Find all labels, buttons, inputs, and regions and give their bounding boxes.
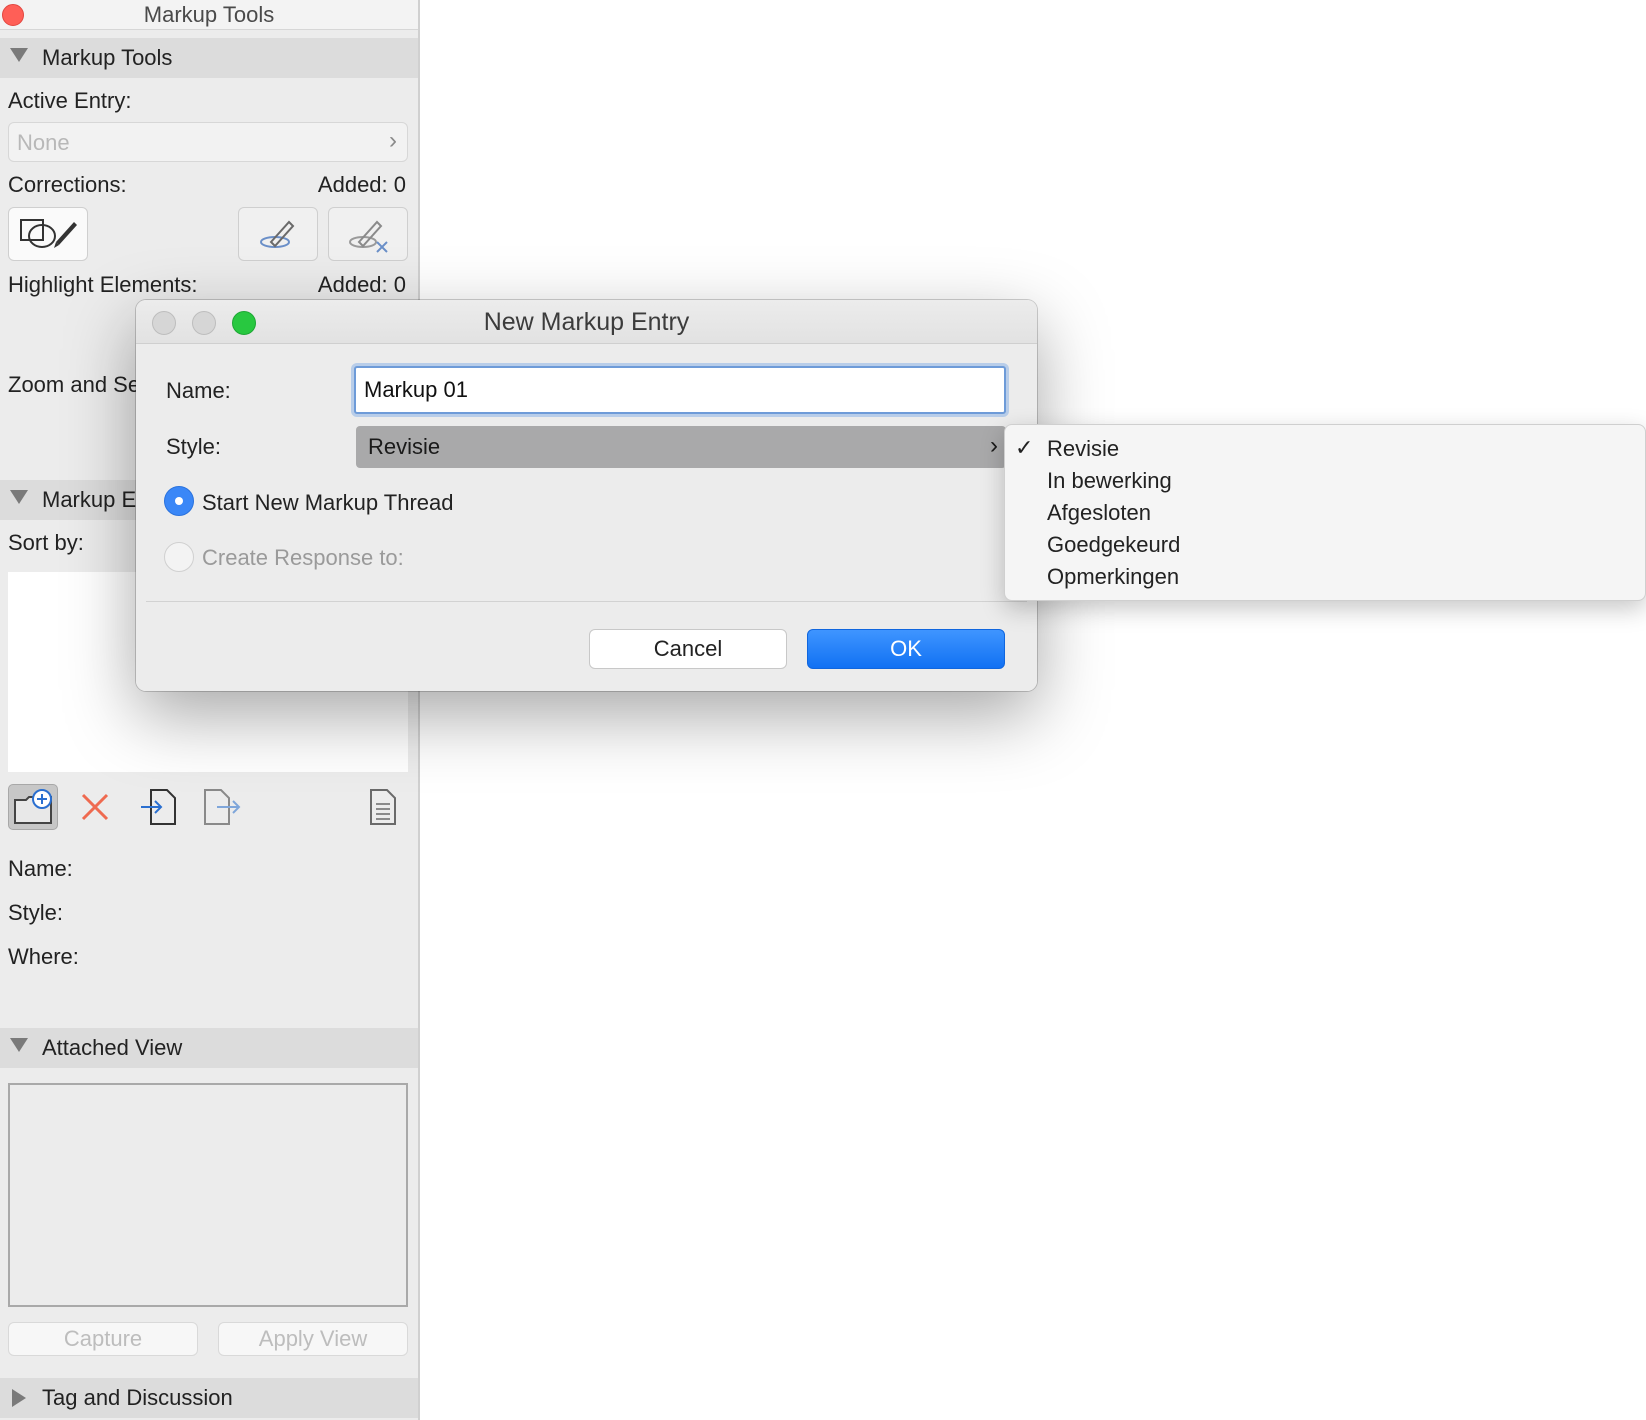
sort-by-label: Sort by: [8,530,84,555]
corrections-label: Corrections: [8,172,127,197]
new-markup-entry-dialog: New Markup Entry Name: Style: Revisie › … [136,300,1037,691]
checkmark-icon: ✓ [1015,435,1034,460]
active-entry-selector[interactable]: None › [8,122,408,162]
style-label: Style: [166,434,222,459]
correction-markup-button[interactable] [8,207,88,261]
start-new-thread-label[interactable]: Start New Markup Thread [202,490,453,516]
import-button[interactable] [134,784,184,830]
menu-item-goedgekeurd[interactable]: Goedgekeurd [1005,529,1645,561]
highlight-added-count: Added: 0 [317,272,406,297]
menu-item-opmerkingen[interactable]: Opmerkingen [1005,561,1645,593]
delete-entry-button[interactable] [70,784,120,830]
dialog-titlebar: New Markup Entry [136,300,1037,344]
delete-icon [81,793,109,821]
create-response-label[interactable]: Create Response to: [202,545,404,571]
disclosure-triangle-icon[interactable] [12,1389,26,1407]
menu-item-label: Afgesloten [1047,500,1151,525]
add-correction-icon [260,220,295,248]
menu-item-in-bewerking[interactable]: In bewerking [1005,465,1645,497]
section-title: Tag and Discussion [42,1385,233,1410]
ok-button[interactable]: OK [807,629,1005,669]
entry-style-label: Style: [8,900,64,925]
highlight-elements-label: Highlight Elements: [8,272,198,297]
disclosure-triangle-icon[interactable] [10,490,28,504]
name-label: Name: [166,378,231,403]
remove-correction-button[interactable] [328,207,408,261]
report-button[interactable] [358,784,408,830]
menu-item-label: In bewerking [1047,468,1172,493]
section-header-tag-discussion[interactable]: Tag and Discussion [0,1378,418,1418]
chevron-right-icon: › [389,127,397,154]
palette-title: Markup Tools [143,2,275,27]
corrections-added-count: Added: 0 [317,172,406,197]
dialog-title: New Markup Entry [483,308,690,336]
remove-correction-icon [349,220,388,253]
palette-titlebar: Markup Tools [0,0,418,30]
section-title: Attached View [42,1035,183,1060]
import-icon [141,789,176,825]
apply-view-button[interactable]: Apply View [218,1322,408,1356]
markup-tools-palette: Markup Tools Markup Tools Active Entry: … [0,0,420,1420]
disclosure-triangle-icon[interactable] [10,48,28,62]
entry-name-label: Name: [8,856,73,881]
style-popup-value: Revisie [368,434,441,459]
add-correction-button[interactable] [238,207,318,261]
attached-view-preview [8,1083,408,1307]
entry-where-label: Where: [8,944,79,969]
section-title: Markup E [42,487,137,512]
radio-start-new-thread[interactable] [164,486,194,516]
zoom-label: Zoom and Se [8,372,141,397]
cancel-button[interactable]: Cancel [589,629,787,669]
report-icon [370,789,396,825]
disclosure-triangle-icon[interactable] [10,1038,28,1052]
style-popup-button[interactable]: Revisie › [356,426,1006,468]
menu-item-label: Opmerkingen [1047,564,1180,589]
section-title: Markup Tools [42,45,173,70]
export-button[interactable] [196,784,246,830]
new-entry-button[interactable] [8,784,58,830]
menu-item-afgesloten[interactable]: Afgesloten [1005,497,1645,529]
chevron-right-icon: › [990,432,998,459]
name-input[interactable] [354,366,1006,414]
style-dropdown-menu: ✓ Revisie In bewerking Afgesloten Goedge… [1004,424,1646,601]
active-entry-value: None [17,130,70,155]
section-header-attached-view[interactable]: Attached View [0,1028,418,1068]
dialog-divider [146,601,1027,602]
export-icon [204,789,241,825]
correction-markup-icon [20,219,77,248]
menu-item-label: Revisie [1047,436,1120,461]
section-header-markup-tools[interactable]: Markup Tools [0,38,418,78]
menu-item-label: Goedgekeurd [1047,532,1181,557]
radio-create-response[interactable] [164,542,194,572]
menu-item-revisie[interactable]: ✓ Revisie [1005,433,1645,465]
capture-button[interactable]: Capture [8,1322,198,1356]
active-entry-label: Active Entry: [8,88,132,113]
new-entry-icon [14,789,52,824]
